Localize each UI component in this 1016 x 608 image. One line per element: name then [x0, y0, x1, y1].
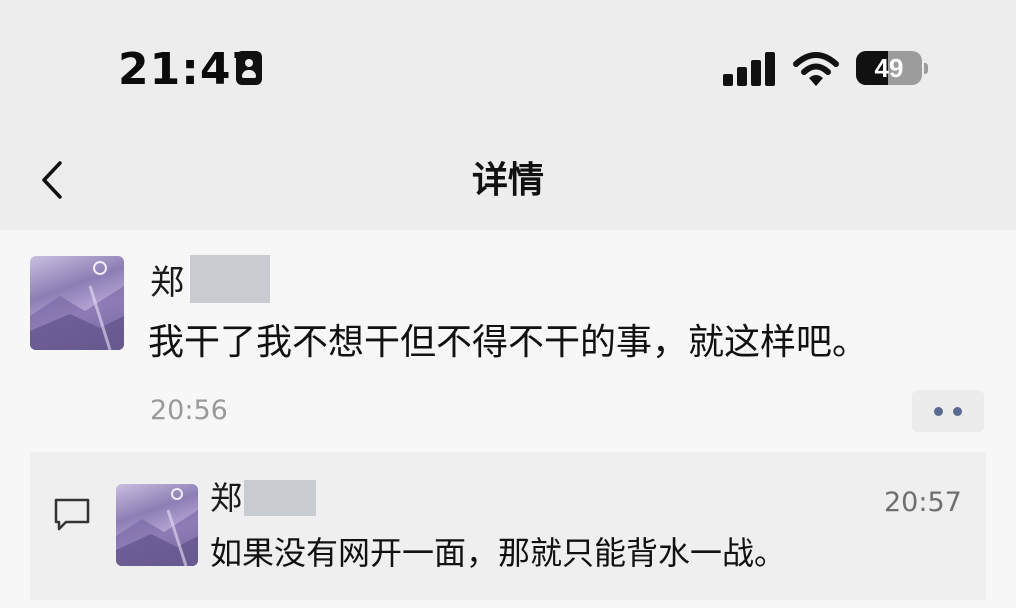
wifi-icon	[793, 52, 839, 86]
signal-icon	[723, 52, 777, 86]
post-time: 20:56	[150, 395, 228, 426]
avatar[interactable]	[30, 256, 124, 350]
comment-text: 如果没有网开一面，那就只能背水一战。	[210, 534, 787, 572]
post-text: 我干了我不想干但不得不干的事，就这样吧。	[148, 322, 869, 363]
status-bar: 21:47 49	[0, 0, 1016, 135]
id-badge-icon	[236, 51, 262, 85]
comment-time: 20:57	[884, 487, 962, 518]
comment-author[interactable]: 郑	[210, 478, 242, 518]
battery-tip	[924, 63, 928, 74]
post-author[interactable]: 郑	[150, 262, 184, 304]
nav-bar: 详情	[0, 135, 1016, 230]
comment-icon	[54, 498, 90, 531]
battery-percent: 49	[874, 53, 904, 83]
redacted-comment-name	[244, 480, 316, 516]
battery-icon: 49	[856, 51, 922, 85]
more-dots-icon[interactable]	[912, 390, 984, 432]
comment-avatar[interactable]	[116, 484, 198, 566]
redacted-name	[190, 255, 270, 303]
page-title: 详情	[471, 160, 544, 201]
